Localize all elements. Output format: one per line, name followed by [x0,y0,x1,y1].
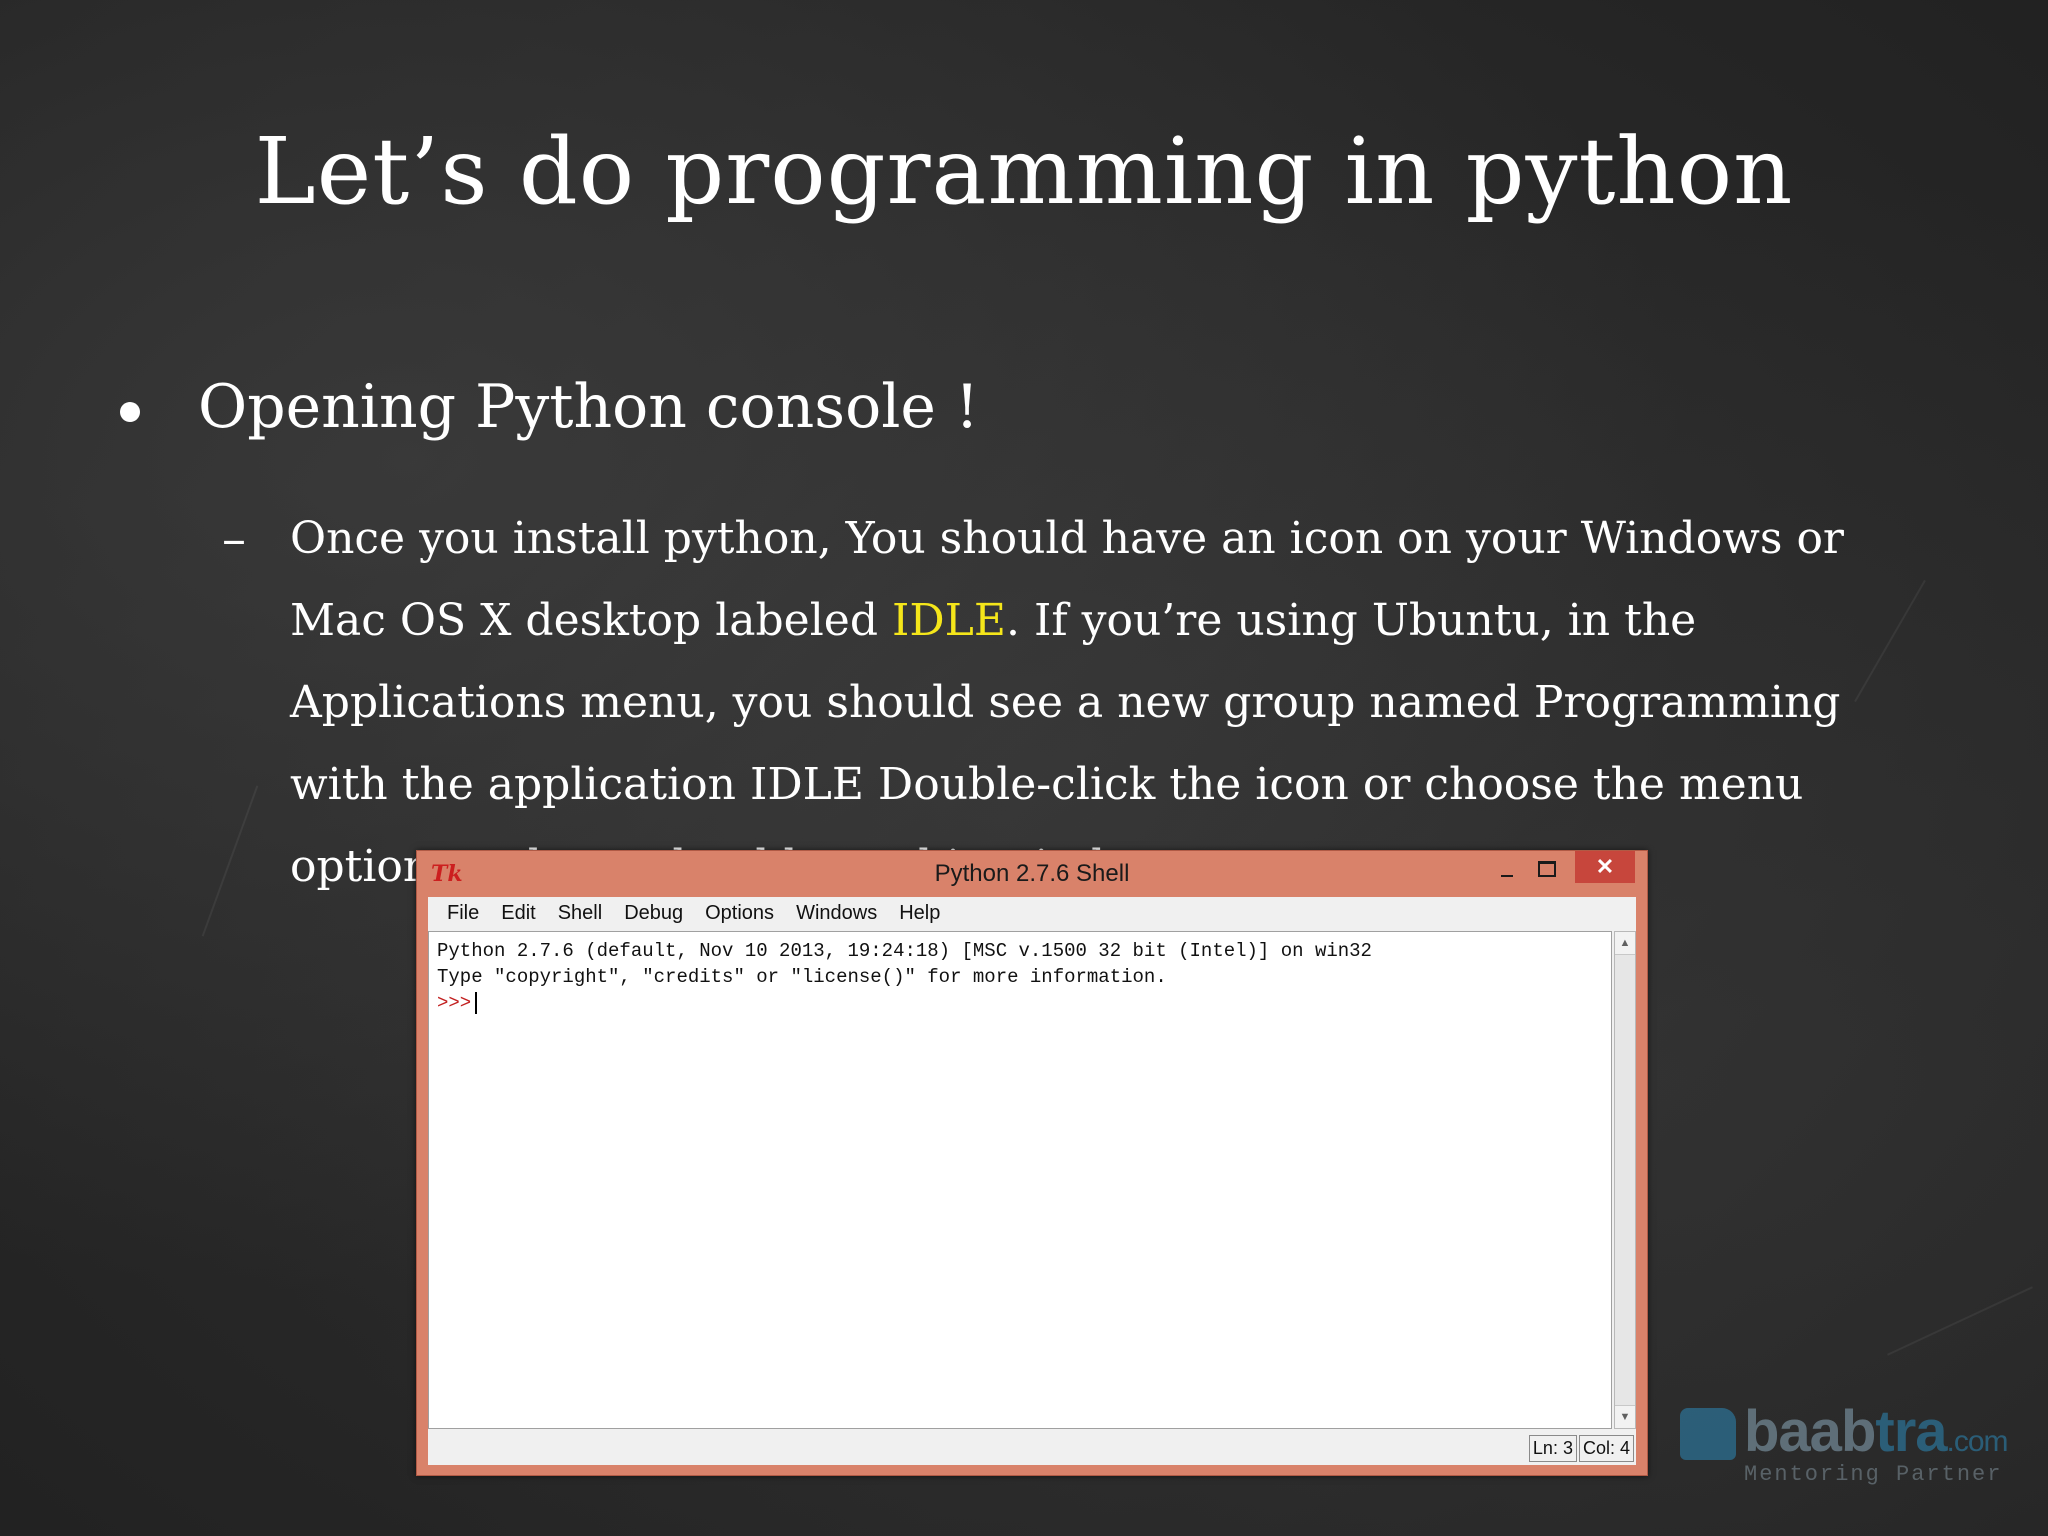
bullet-dot-icon [120,402,140,422]
dash-icon: – [222,511,246,567]
prompt-line[interactable]: >>> [437,990,1603,1016]
logo-mark-icon [1680,1408,1736,1460]
text-cursor [475,991,478,1014]
menu-shell[interactable]: Shell [547,902,613,925]
menu-file[interactable]: File [436,902,490,925]
bullet-item: Opening Python console ! [120,372,979,442]
logo-domain: .com [1946,1425,2009,1458]
close-icon: ✕ [1595,854,1615,879]
bullet-text: Opening Python console ! [198,372,980,442]
logo-name-part2: tra [1875,1399,1947,1464]
window-title: Python 2.7.6 Shell [934,860,1130,887]
logo-tagline: Mentoring Partner [1744,1462,2003,1487]
minimize-button[interactable] [1487,855,1527,883]
logo-name-part1: baab [1744,1399,1876,1464]
maximize-icon [1538,861,1556,877]
menu-options[interactable]: Options [694,902,785,925]
window-client-area: File Edit Shell Debug Options Windows He… [428,897,1636,1465]
menu-help[interactable]: Help [888,902,951,925]
idle-shell-window[interactable]: Tk Python 2.7.6 Shell ✕ File Edit Shell … [416,850,1648,1476]
maximize-button[interactable] [1527,855,1567,883]
shell-prompt: >>> [437,992,472,1014]
close-button[interactable]: ✕ [1575,851,1635,883]
minimize-icon [1501,875,1513,877]
menu-bar: File Edit Shell Debug Options Windows He… [428,897,1636,929]
status-column-number: Col: 4 [1578,1434,1634,1462]
scroll-down-arrow-icon[interactable]: ▼ [1615,1405,1635,1428]
console-line: Python 2.7.6 (default, Nov 10 2013, 19:2… [437,940,1372,962]
sub-bullet-item: – Once you install python, You should ha… [222,498,1902,908]
logo-name: baabtra.com [1744,1398,2009,1465]
chalk-mark [1887,1286,2033,1356]
scroll-up-arrow-icon[interactable]: ▲ [1615,932,1635,955]
console-line: Type "copyright", "credits" or "license(… [437,966,1167,988]
shell-text-area[interactable]: Python 2.7.6 (default, Nov 10 2013, 19:2… [428,931,1612,1429]
sub-bullet-text: Once you install python, You should have… [290,498,1900,908]
status-line-number: Ln: 3 [1528,1434,1577,1462]
baabtra-logo: baabtra.com Mentoring Partner [1680,1399,2020,1494]
slide-title: Let’s do programming in python [254,118,1794,225]
menu-debug[interactable]: Debug [613,902,694,925]
idle-highlight: IDLE [891,595,1006,646]
status-bar: Ln: 3 Col: 4 [428,1431,1636,1465]
window-title-bar[interactable]: Tk Python 2.7.6 Shell ✕ [417,851,1647,897]
menu-windows[interactable]: Windows [785,902,888,925]
vertical-scrollbar[interactable]: ▲ ▼ [1614,931,1636,1429]
menu-edit[interactable]: Edit [490,902,546,925]
